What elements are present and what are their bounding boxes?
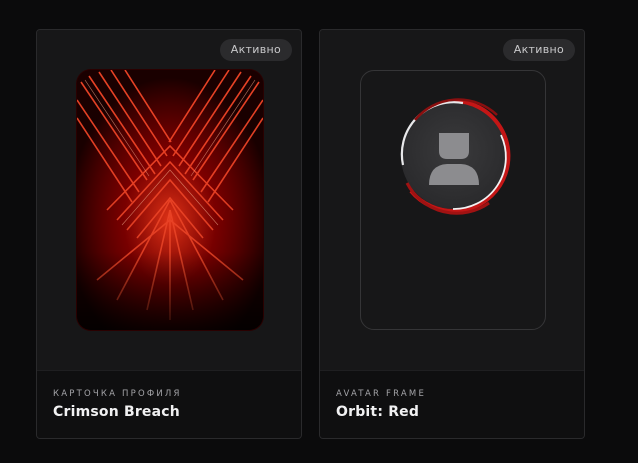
status-badge: Активно (219, 39, 292, 61)
item-category-label: КАРТОЧКА ПРОФИЛЯ (53, 389, 182, 399)
item-card-crimson-breach[interactable]: Активно КАРТОЧКА ПРОФИЛЯ Crimson Breach (36, 29, 302, 439)
card-footer: AVATAR FRAME Orbit: Red (320, 370, 584, 438)
item-category-label: AVATAR FRAME (336, 389, 427, 399)
item-card-orbit-red[interactable]: Активно AVATAR FRAME Orbit: Red (319, 29, 585, 439)
avatar (393, 95, 515, 217)
crimson-art-image (77, 70, 263, 330)
card-preview: Активно (37, 30, 301, 370)
card-footer: КАРТОЧКА ПРОФИЛЯ Crimson Breach (37, 370, 301, 438)
avatar-frame-preview (360, 70, 546, 330)
item-title: Crimson Breach (53, 404, 180, 420)
item-title: Orbit: Red (336, 404, 420, 420)
status-badge: Активно (502, 39, 575, 61)
card-preview: Активно (320, 30, 584, 370)
